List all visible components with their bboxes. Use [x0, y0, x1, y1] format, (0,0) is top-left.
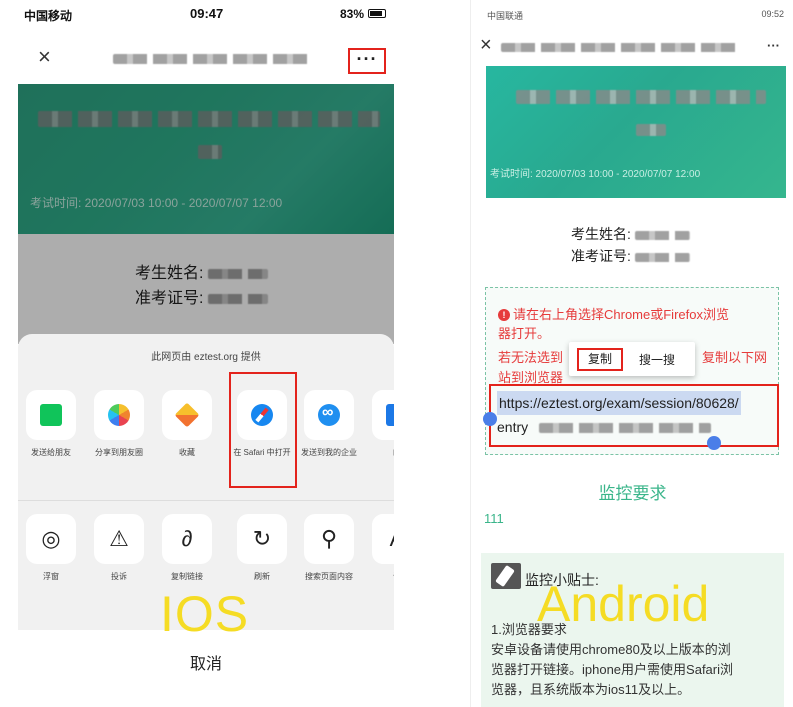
close-icon[interactable]: ×	[38, 44, 51, 70]
exam-url-line-1[interactable]: https://eztest.org/exam/session/80628/	[497, 391, 741, 415]
android-screenshot: 中国联通 09:52 × ··· 考试时间: 2020/07/03 10:00 …	[470, 0, 793, 707]
exam-banner: 考试时间: 2020/07/03 10:00 - 2020/07/07 12:0…	[486, 66, 786, 198]
share-icon	[40, 404, 62, 426]
status-bar: 中国移动 09:47 83%	[18, 0, 394, 26]
warning-text-1: 请在右上角选择Chrome或Firefox浏览	[513, 307, 729, 322]
more-menu-button[interactable]: ···	[767, 38, 780, 53]
app-send-to-enterprise[interactable]: 发送到我的企业	[300, 390, 358, 458]
action-complaint[interactable]: ⚠ 投诉	[90, 514, 148, 582]
status-bar: 中国联通 09:52	[471, 0, 793, 22]
warning-text-2: 器打开。	[498, 326, 551, 341]
app-send-to-friend[interactable]: 发送给朋友	[22, 390, 80, 458]
search-icon: ⚲	[304, 514, 354, 564]
dim-overlay	[18, 84, 394, 344]
close-icon[interactable]: ×	[480, 34, 492, 57]
selection-handle-end[interactable]	[707, 436, 721, 450]
warning-line-1: ! 请在右上角选择Chrome或Firefox浏览	[498, 305, 729, 324]
exam-title-blurred-2	[636, 124, 666, 136]
clock: 09:47	[190, 6, 224, 21]
app-label: 邮	[368, 447, 394, 458]
app-favorite[interactable]: 收藏	[158, 390, 216, 458]
safari-highlight-box	[229, 372, 297, 488]
tips-line-2: 览器打开链接。iphone用户需使用Safari浏	[491, 662, 733, 677]
candidate-name-row: 考生姓名:	[571, 224, 690, 244]
app-moments[interactable]: 分享到朋友圈	[90, 390, 148, 458]
page-title-blurred	[501, 43, 741, 52]
action-label: 投诉	[111, 572, 127, 581]
exam-title-blurred	[516, 90, 766, 104]
exam-url-box: https://eztest.org/exam/session/80628/ e…	[489, 384, 779, 447]
text-context-menu: 复制 搜一搜	[569, 342, 695, 376]
favorite-icon	[174, 402, 200, 428]
wework-icon	[318, 404, 340, 426]
moments-icon	[108, 404, 130, 426]
app-label: 发送给朋友	[31, 448, 71, 457]
action-search-page[interactable]: ⚲ 搜索页面内容	[300, 514, 358, 582]
platform-label-ios: IOS	[160, 586, 250, 642]
tips-line-1: 安卓设备请使用chrome80及以上版本的浏	[491, 642, 731, 657]
carrier-label: 中国移动	[24, 9, 73, 23]
candidate-name-label: 考生姓名:	[571, 226, 631, 242]
tips-icon	[491, 563, 521, 589]
sheet-source-text: 此网页由 eztest.org 提供	[151, 352, 261, 363]
warning-text-3-left: 若无法选到	[498, 350, 564, 365]
float-window-icon: ◎	[26, 514, 76, 564]
app-label: 分享到朋友圈	[95, 448, 143, 457]
more-menu-button[interactable]: ···	[348, 48, 386, 74]
monitor-requirements-title: 监控要求	[598, 484, 667, 503]
mail-icon	[386, 404, 394, 426]
monitor-number: 111	[484, 511, 504, 526]
exam-url-blurred	[539, 423, 711, 433]
tips-line-3: 览器，且系统版本为ios11及以上。	[491, 682, 691, 697]
warning-icon: !	[498, 309, 510, 321]
warning-text-3-right: 复制以下网	[702, 350, 768, 365]
copy-button[interactable]: 复制	[577, 348, 623, 371]
link-icon: ∂	[162, 514, 212, 564]
candidate-name-blurred	[634, 230, 690, 240]
battery-percent: 83%	[339, 7, 364, 21]
cancel-button[interactable]: 取消	[18, 650, 394, 674]
exam-url-line-2[interactable]: entry	[497, 416, 528, 438]
battery-icon	[368, 9, 386, 18]
clock: 09:52	[761, 9, 784, 19]
candidate-id-row: 准考证号:	[571, 246, 690, 266]
action-float-window[interactable]: ◎ 浮窗	[22, 514, 80, 582]
carrier-label: 中国联通	[487, 11, 524, 21]
divider	[18, 500, 394, 501]
candidate-id-blurred	[634, 252, 690, 262]
search-button[interactable]: 搜一搜	[639, 351, 675, 368]
selection-handle-start[interactable]	[483, 412, 497, 426]
exam-time: 考试时间: 2020/07/03 10:00 - 2020/07/07 12:0…	[490, 169, 701, 180]
action-font[interactable]: A 调	[368, 514, 394, 582]
action-label: 刷新	[254, 572, 270, 581]
candidate-id-label: 准考证号:	[571, 248, 631, 264]
nav-bar: × ···	[471, 26, 793, 66]
app-label: 发送到我的企业	[301, 448, 357, 457]
app-mail[interactable]: 邮	[368, 390, 394, 458]
action-label: 浮窗	[43, 572, 59, 581]
action-copy-link[interactable]: ∂ 复制链接	[158, 514, 216, 582]
action-refresh[interactable]: ↻ 刷新	[233, 514, 291, 582]
action-label: 搜索页面内容	[305, 572, 353, 581]
app-label: 收藏	[179, 448, 195, 457]
page-title-blurred	[113, 54, 313, 64]
action-label: 调	[368, 571, 394, 582]
action-label: 复制链接	[171, 572, 203, 581]
complaint-icon: ⚠	[94, 514, 144, 564]
nav-bar: × ···	[18, 36, 394, 82]
font-icon: A	[372, 514, 394, 564]
platform-label-android: Android	[537, 576, 710, 632]
ios-screenshot: 中国移动 09:47 83% × ··· 考试时间: 2020/07/03 10…	[18, 0, 394, 690]
refresh-icon: ↻	[237, 514, 287, 564]
